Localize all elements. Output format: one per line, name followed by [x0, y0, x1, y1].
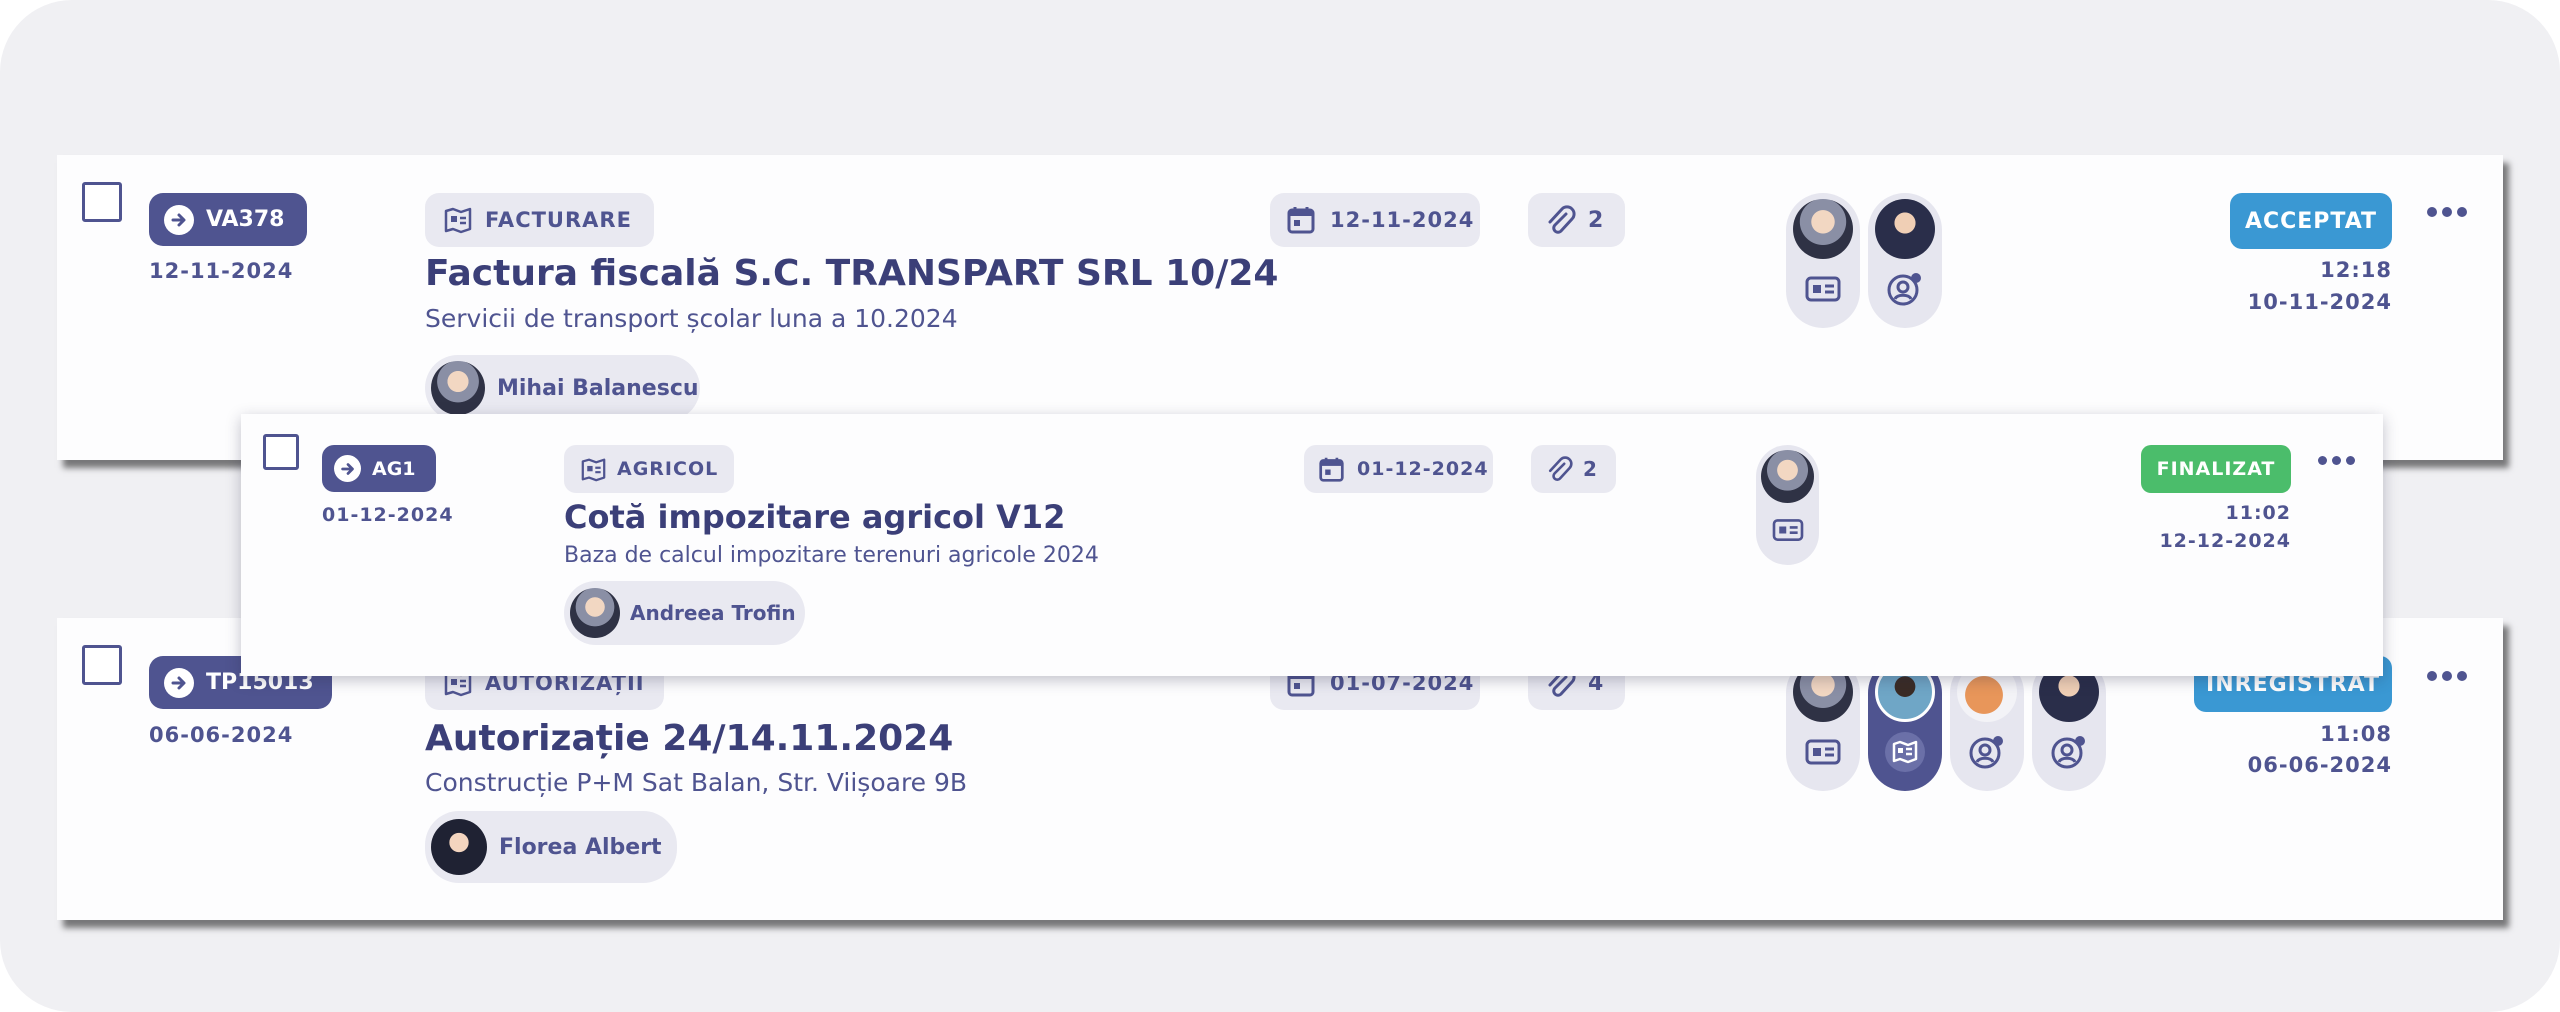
document-title[interactable]: Autorizație 24/14.11.2024: [425, 718, 953, 759]
document-subtitle: Baza de calcul impozitare terenuri agric…: [564, 543, 1099, 568]
calendar-icon: [1286, 205, 1316, 235]
reference-badge[interactable]: VA378: [149, 193, 307, 246]
status-badge: FINALIZAT: [2141, 445, 2291, 493]
document-subtitle: Construcție P+M Sat Balan, Str. Viișoare…: [425, 768, 968, 797]
reference-code: VA378: [206, 207, 285, 232]
assignee-chip[interactable]: Mihai Balanescu: [425, 355, 700, 421]
avatar: [431, 819, 487, 875]
attachments-chip[interactable]: 2: [1528, 193, 1625, 247]
document-title[interactable]: Factura fiscală S.C. TRANSPART SRL 10/24: [425, 253, 1278, 294]
id-card-icon: [1793, 259, 1853, 319]
id-card-icon: [1761, 503, 1814, 556]
due-date: 01-12-2024: [1357, 458, 1489, 480]
arrow-right-icon: [164, 667, 194, 698]
reference-date: 01-12-2024: [322, 504, 454, 526]
participant-avatar-selected[interactable]: [1868, 656, 1942, 791]
due-date-chip: 01-12-2024: [1304, 445, 1493, 493]
paperclip-icon: [1544, 204, 1576, 236]
category-tag: AGRICOL: [564, 445, 734, 493]
avatar: [1875, 199, 1935, 259]
status-date: 12-12-2024: [2159, 530, 2291, 552]
reference-date: 12-11-2024: [149, 259, 294, 283]
avatar: [431, 361, 485, 415]
status-date: 06-06-2024: [2247, 753, 2392, 777]
paperclip-icon: [1545, 455, 1573, 483]
arrow-right-icon: [164, 204, 194, 235]
more-options-icon[interactable]: [2427, 207, 2467, 217]
id-card-icon: [1793, 722, 1853, 782]
assignee-name: Andreea Trofin: [630, 601, 796, 625]
participant-avatar[interactable]: [1786, 656, 1860, 791]
document-title[interactable]: Cotă impozitare agricol V12: [564, 498, 1065, 536]
participant-avatar[interactable]: [1786, 193, 1860, 328]
more-options-icon[interactable]: [2427, 671, 2467, 681]
avatar: [1793, 199, 1853, 259]
eye-user-icon: [1957, 722, 2017, 782]
reference-date: 06-06-2024: [149, 723, 294, 747]
arrow-right-icon: [334, 455, 361, 482]
document-subtitle: Servicii de transport școlar luna a 10.2…: [425, 304, 958, 333]
participant-avatar[interactable]: [2032, 656, 2106, 791]
select-checkbox[interactable]: [82, 645, 122, 685]
participant-avatar[interactable]: [1756, 445, 1819, 565]
select-checkbox[interactable]: [82, 182, 122, 222]
map-icon: [1875, 722, 1935, 782]
more-options-icon[interactable]: [2318, 456, 2355, 465]
map-icon: [580, 457, 607, 482]
reference-badge[interactable]: AG1: [322, 445, 436, 492]
status-badge: ACCEPTAT: [2230, 193, 2392, 249]
status-date: 10-11-2024: [2247, 290, 2392, 314]
attachments-count: 2: [1588, 207, 1604, 233]
assignee-name: Mihai Balanescu: [497, 375, 699, 401]
status-time: 12:18: [2320, 258, 2392, 282]
assignee-name: Florea Albert: [499, 834, 662, 860]
avatar: [570, 588, 620, 638]
avatar: [1761, 450, 1814, 503]
due-date: 12-11-2024: [1330, 208, 1475, 232]
documents-list: VA378 12-11-2024 FACTURARE Factura fisca…: [0, 0, 2560, 1012]
category-tag: FACTURARE: [425, 193, 654, 247]
eye-user-icon: [1875, 259, 1935, 319]
eye-user-icon: [2039, 722, 2099, 782]
category-label: AGRICOL: [617, 458, 719, 480]
calendar-icon: [1318, 456, 1345, 483]
assignee-chip[interactable]: Andreea Trofin: [564, 581, 805, 645]
select-checkbox[interactable]: [263, 434, 299, 470]
attachments-count: 2: [1583, 457, 1597, 481]
category-label: FACTURARE: [485, 208, 632, 232]
status-time: 11:08: [2320, 722, 2392, 746]
map-icon: [443, 206, 473, 234]
attachments-chip[interactable]: 2: [1531, 445, 1616, 493]
assignee-chip[interactable]: Florea Albert: [425, 811, 677, 883]
participant-avatar[interactable]: [1950, 656, 2024, 791]
status-time: 11:02: [2225, 502, 2291, 524]
participant-avatar[interactable]: [1868, 193, 1942, 328]
document-card-dragging[interactable]: AG1 01-12-2024 AGRICOL Cotă impozitare a…: [241, 414, 2383, 676]
due-date-chip: 12-11-2024: [1270, 193, 1480, 247]
reference-code: AG1: [372, 457, 416, 480]
